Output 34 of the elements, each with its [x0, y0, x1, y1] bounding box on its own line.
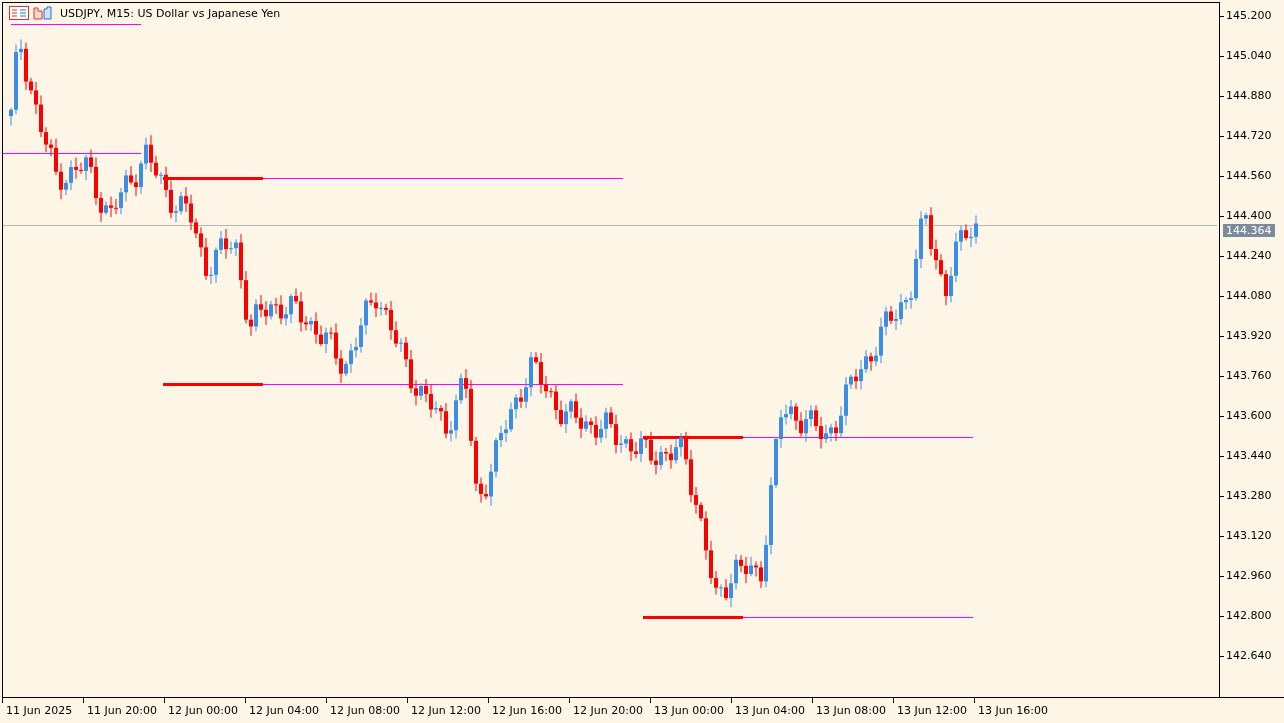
price-label: 143.600: [1225, 410, 1272, 422]
price-label: 144.720: [1225, 130, 1272, 142]
chart-title: USDJPY, M15: US Dollar vs Japanese Yen: [60, 6, 281, 20]
chart-bars-icon[interactable]: [33, 6, 53, 20]
price-label: 142.960: [1225, 570, 1272, 582]
time-label: 12 Jun 20:00: [573, 704, 643, 717]
price-label: 145.040: [1225, 50, 1272, 62]
price-label: 144.400: [1225, 210, 1272, 222]
price-label: 143.760: [1225, 370, 1272, 382]
time-label: 13 Jun 08:00: [816, 704, 886, 717]
price-label: 143.280: [1225, 490, 1272, 502]
time-label: 11 Jun 20:00: [87, 704, 157, 717]
price-label: 145.200: [1225, 10, 1272, 22]
price-label: 144.880: [1225, 90, 1272, 102]
time-label: 12 Jun 00:00: [168, 704, 238, 717]
time-label: 12 Jun 04:00: [249, 704, 319, 717]
price-label: 143.920: [1225, 330, 1272, 342]
price-label: 144.080: [1225, 290, 1272, 302]
price-label: 143.120: [1225, 530, 1272, 542]
time-label: 13 Jun 12:00: [897, 704, 967, 717]
time-label: 13 Jun 16:00: [978, 704, 1048, 717]
price-label: 144.240: [1225, 250, 1272, 262]
current-price-label: 144.364: [1223, 224, 1275, 237]
time-label: 12 Jun 12:00: [411, 704, 481, 717]
time-label: 13 Jun 04:00: [735, 704, 805, 717]
time-label: 12 Jun 08:00: [330, 704, 400, 717]
time-label: 12 Jun 16:00: [492, 704, 562, 717]
list-icon[interactable]: [9, 6, 29, 20]
time-label: 11 Jun 2025: [6, 704, 73, 717]
time-label: 13 Jun 00:00: [654, 704, 724, 717]
price-label: 142.800: [1225, 610, 1272, 622]
price-label: 144.560: [1225, 170, 1272, 182]
price-label: 143.440: [1225, 450, 1272, 462]
price-label: 142.640: [1225, 650, 1272, 662]
